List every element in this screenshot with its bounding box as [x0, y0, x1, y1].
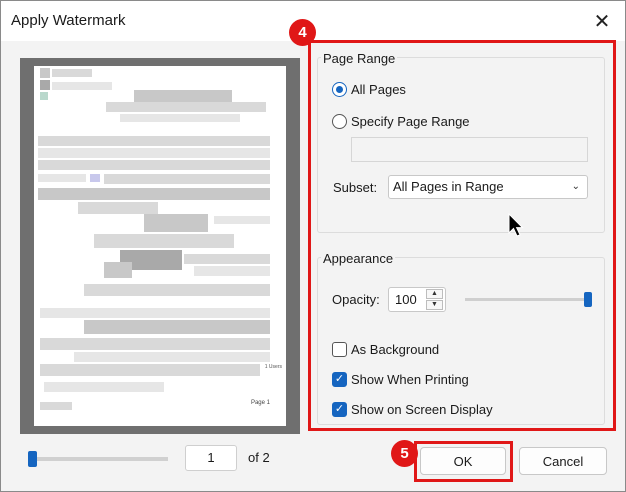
preview-block — [134, 90, 232, 102]
preview-block — [38, 148, 270, 158]
opacity-label: Opacity: — [332, 292, 380, 307]
preview-block — [52, 82, 112, 90]
preview-block — [106, 102, 266, 112]
checkbox-show-when-printing[interactable]: ✓ Show When Printing — [332, 372, 469, 387]
checkbox-label: As Background — [351, 342, 440, 357]
appearance-group — [317, 257, 605, 425]
preview-block — [40, 402, 72, 410]
subset-value: All Pages in Range — [393, 179, 504, 194]
opacity-spinbox[interactable]: 100 ▲ ▼ — [388, 287, 446, 312]
preview-block — [38, 160, 270, 170]
spin-up-icon[interactable]: ▲ — [426, 289, 443, 299]
page-slider-thumb[interactable] — [28, 451, 37, 467]
preview-block — [44, 382, 164, 392]
checkbox[interactable] — [332, 342, 347, 357]
mouse-pointer-icon — [508, 213, 524, 237]
radio-all-pages[interactable]: All Pages — [332, 82, 406, 97]
appearance-title: Appearance — [321, 251, 396, 266]
subset-label: Subset: — [333, 180, 378, 195]
opacity-slider-thumb[interactable] — [584, 292, 592, 307]
opacity-slider-track[interactable] — [465, 298, 591, 301]
page-number-input[interactable]: 1 — [185, 445, 237, 471]
checkbox-as-background[interactable]: As Background — [332, 342, 439, 357]
page-count-label: of 2 — [248, 450, 270, 465]
preview-block — [104, 262, 132, 278]
radio-button[interactable] — [332, 114, 347, 129]
preview-block — [52, 69, 92, 77]
window-title: Apply Watermark — [11, 12, 126, 29]
preview-block — [84, 284, 270, 296]
preview-block — [38, 188, 270, 200]
subset-dropdown[interactable]: All Pages in Range ⌄ — [388, 175, 588, 199]
preview-block — [120, 114, 240, 122]
preview-block — [40, 308, 270, 318]
close-icon[interactable]: ✕ — [589, 9, 615, 33]
preview-logo — [40, 68, 50, 78]
spin-down-icon[interactable]: ▼ — [426, 300, 443, 310]
ok-button[interactable]: OK — [420, 447, 506, 475]
preview-block — [40, 338, 270, 350]
preview-block — [40, 364, 260, 376]
checkbox-show-on-screen[interactable]: ✓ Show on Screen Display — [332, 402, 493, 417]
radio-button[interactable] — [332, 82, 347, 97]
preview-block — [104, 174, 270, 184]
preview-block — [38, 136, 270, 146]
chevron-down-icon: ⌄ — [571, 181, 580, 192]
checkbox[interactable]: ✓ — [332, 372, 347, 387]
preview-block — [94, 234, 234, 248]
preview-block — [38, 174, 86, 182]
preview-block — [40, 92, 48, 100]
preview-side-note: 1 Users — [264, 364, 282, 370]
page-range-input[interactable] — [351, 137, 588, 162]
page-range-title: Page Range — [321, 51, 398, 66]
checkbox[interactable]: ✓ — [332, 402, 347, 417]
checkbox-label: Show When Printing — [351, 372, 469, 387]
callout-badge-panel: 4 — [289, 19, 316, 46]
apply-watermark-dialog: Apply Watermark ✕ 1 Users Page 1 1 of 2 … — [0, 0, 626, 492]
radio-label: All Pages — [351, 82, 406, 97]
preview-block — [78, 202, 158, 214]
preview-block — [144, 214, 208, 232]
opacity-value: 100 — [395, 292, 417, 307]
watermark-preview: 1 Users Page 1 — [20, 58, 300, 434]
preview-block — [184, 254, 270, 264]
preview-block — [194, 266, 270, 276]
preview-page: 1 Users Page 1 — [34, 66, 286, 426]
preview-block — [90, 174, 100, 182]
radio-label: Specify Page Range — [351, 114, 470, 129]
preview-block — [74, 352, 270, 362]
cancel-button[interactable]: Cancel — [519, 447, 607, 475]
checkbox-label: Show on Screen Display — [351, 402, 493, 417]
preview-block — [40, 80, 50, 90]
preview-page-footer: Page 1 — [250, 400, 270, 406]
preview-block — [214, 216, 270, 224]
preview-block — [84, 320, 270, 334]
radio-specify-page-range[interactable]: Specify Page Range — [332, 114, 470, 129]
page-slider-track[interactable] — [28, 457, 168, 461]
